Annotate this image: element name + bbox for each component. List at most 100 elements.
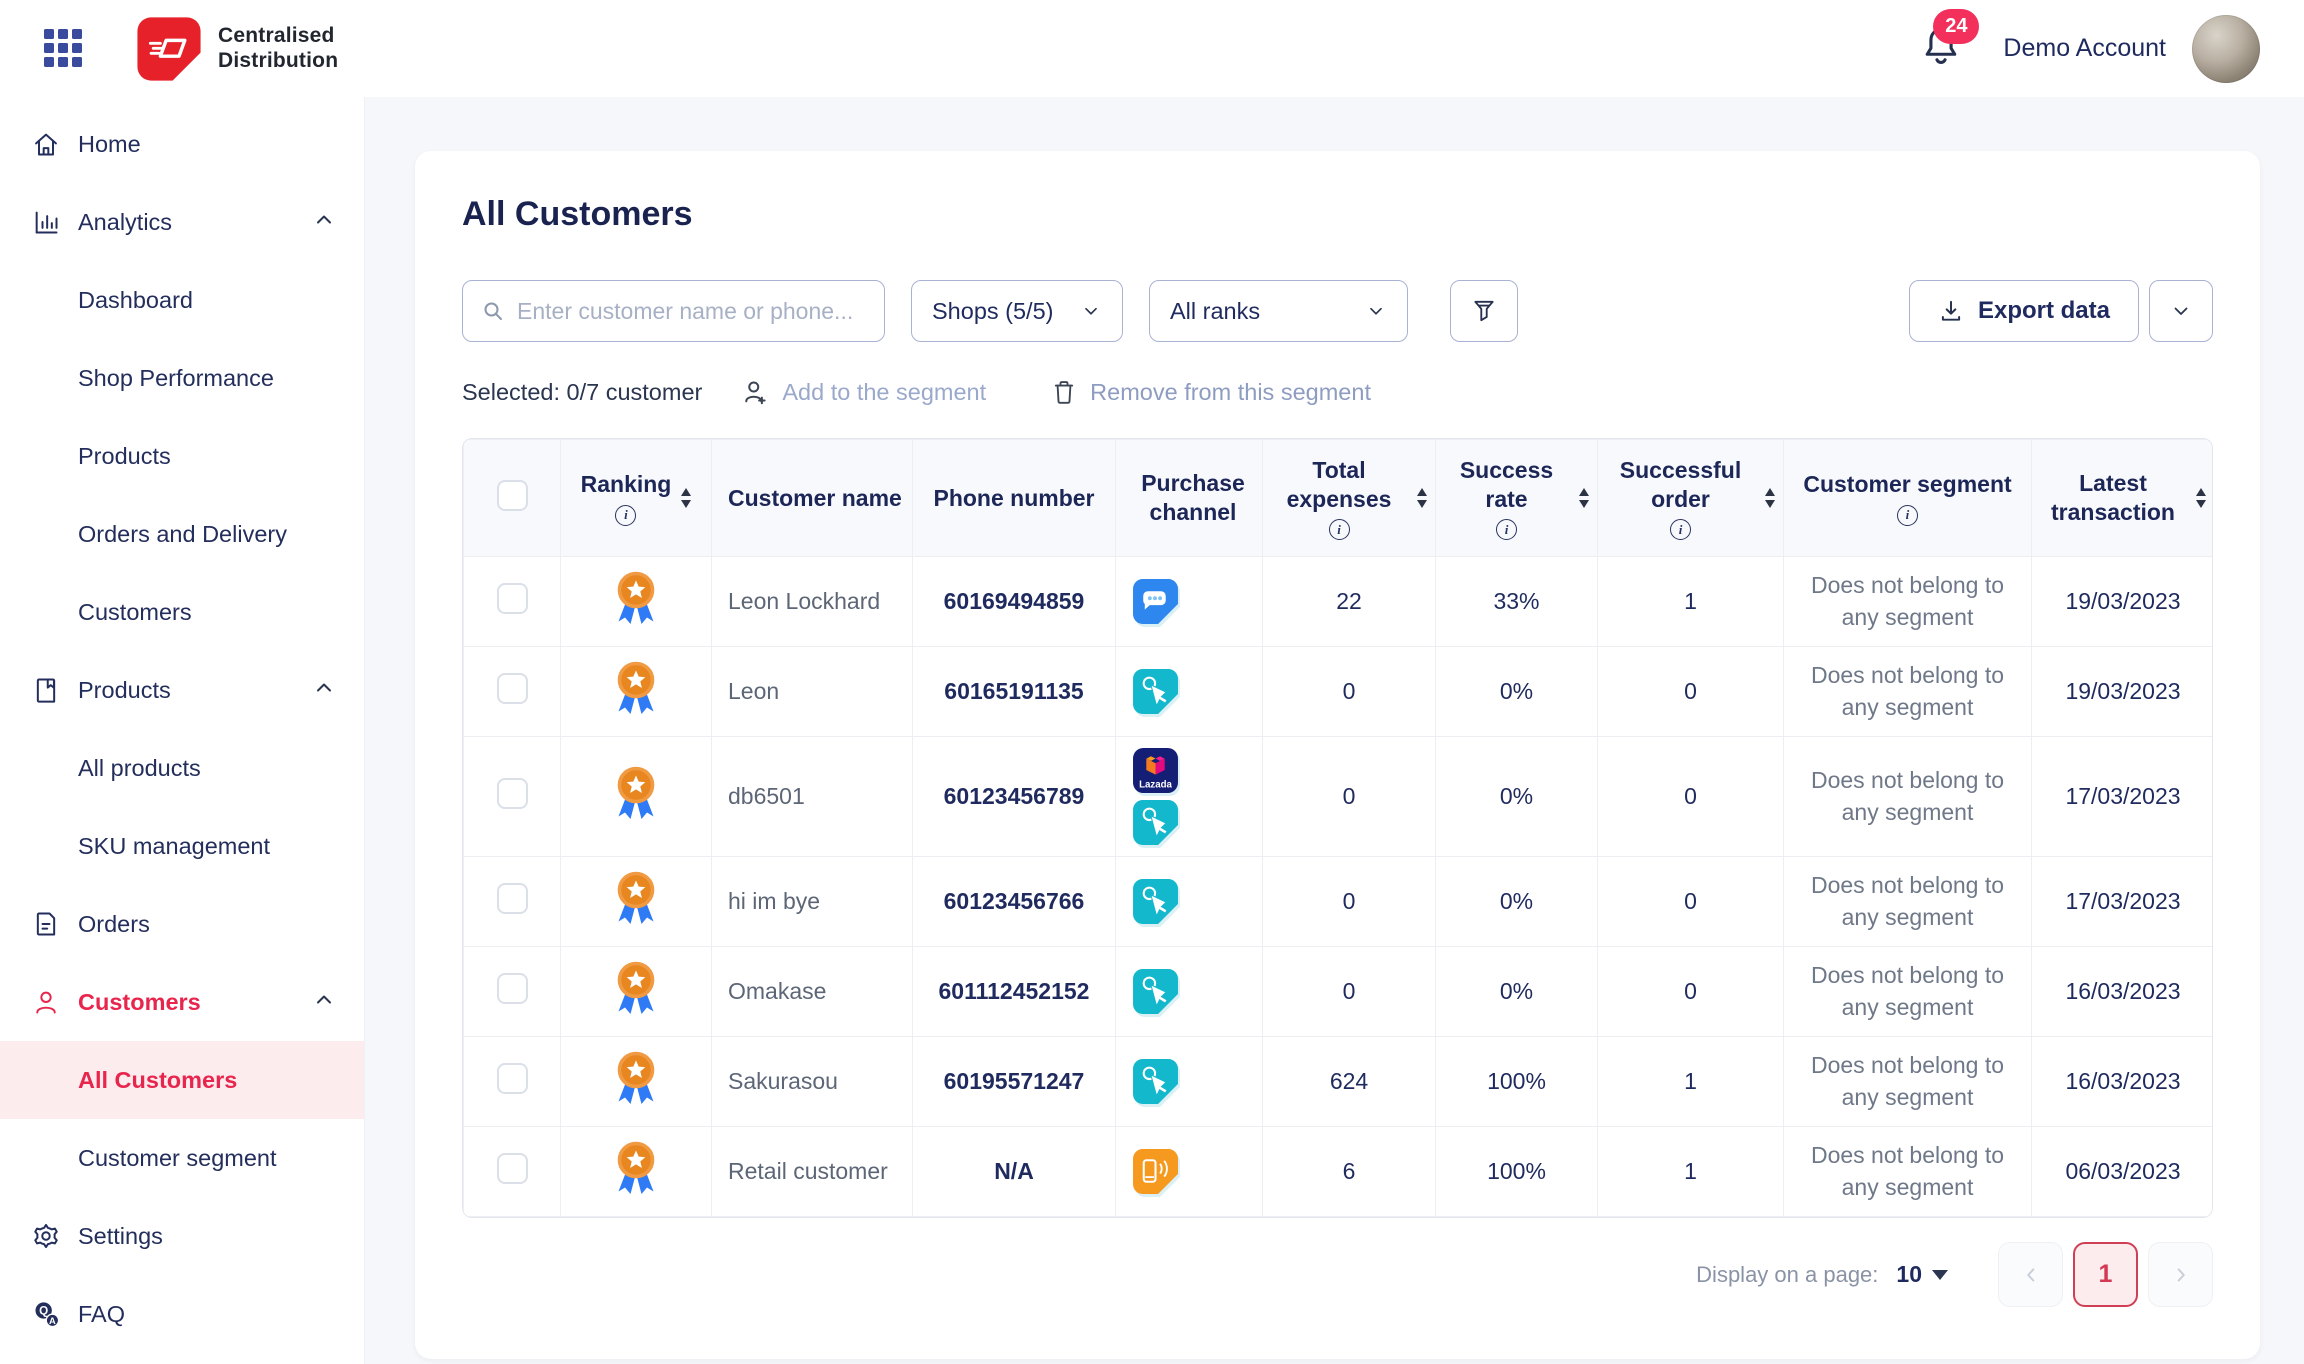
clicks-channel-icon (1132, 878, 1179, 925)
sidebar-item-products-2[interactable]: Products (0, 651, 364, 729)
select-all-checkbox[interactable] (497, 480, 528, 511)
chevron-up-icon[interactable] (312, 988, 336, 1017)
ranking-medal-icon (613, 660, 659, 718)
column-header-successful-order[interactable]: Successful orderi (1598, 440, 1784, 557)
info-icon[interactable]: i (1897, 505, 1918, 526)
cell-total-expenses: 0 (1263, 647, 1436, 737)
add-user-icon (740, 377, 770, 407)
sidebar-nav: HomeAnalyticsDashboardShop PerformancePr… (0, 97, 365, 1364)
sort-icon[interactable] (1579, 488, 1589, 508)
previous-page-button[interactable] (1998, 1242, 2063, 1307)
sidebar-item-orders[interactable]: Orders (0, 885, 364, 963)
analytics-icon (32, 208, 60, 236)
add-to-segment-button[interactable]: Add to the segment (740, 377, 986, 407)
column-label: Customer name (728, 484, 902, 513)
remove-from-segment-button[interactable]: Remove from this segment (1050, 378, 1371, 406)
sidebar-item-settings[interactable]: Settings (0, 1197, 364, 1275)
sidebar-item-orders-and-delivery[interactable]: Orders and Delivery (0, 495, 364, 573)
brand-logo[interactable]: Centralised Distribution (136, 16, 338, 82)
sidebar-item-all-products[interactable]: All products (0, 729, 364, 807)
sort-icon[interactable] (681, 488, 691, 508)
chevron-up-icon[interactable] (312, 676, 336, 705)
column-label: Latest transaction (2040, 469, 2186, 527)
shops-filter-dropdown[interactable]: Shops (5/5) (911, 280, 1123, 342)
next-page-button[interactable] (2148, 1242, 2213, 1307)
sidebar-item-customer-segment[interactable]: Customer segment (0, 1119, 364, 1197)
sidebar-item-sku-management[interactable]: SKU management (0, 807, 364, 885)
notifications-button[interactable]: 24 (1919, 23, 1963, 74)
account-name[interactable]: Demo Account (2003, 34, 2166, 63)
cell-successful-order: 0 (1598, 947, 1784, 1037)
trash-icon (1050, 378, 1078, 406)
column-header-customer-name: Customer name (712, 440, 913, 557)
sort-icon[interactable] (2196, 488, 2206, 508)
info-icon[interactable]: i (1670, 519, 1691, 540)
sidebar-item-home[interactable]: Home (0, 105, 364, 183)
sidebar-item-customers-2[interactable]: Customers (0, 963, 364, 1041)
page-size-select[interactable]: 10 (1896, 1261, 1948, 1288)
ranking-medal-icon (613, 870, 659, 928)
sidebar-item-analytics[interactable]: Analytics (0, 183, 364, 261)
ranking-medal-icon (613, 570, 659, 628)
all-customers-card: All Customers Shops (5/5) All ranks (415, 151, 2260, 1359)
row-checkbox[interactable] (497, 673, 528, 704)
row-checkbox[interactable] (497, 583, 528, 614)
column-header-total-expenses[interactable]: Total expensesi (1263, 440, 1436, 557)
column-header-latest-transaction[interactable]: Latest transaction (2032, 440, 2214, 557)
apps-grid-icon[interactable] (44, 29, 84, 69)
info-icon[interactable]: i (615, 505, 636, 526)
row-checkbox[interactable] (497, 1063, 528, 1094)
sidebar-item-label: All products (78, 755, 201, 782)
selection-actions: Selected: 0/7 customer Add to the segmen… (462, 374, 2213, 410)
select-all-header (464, 440, 561, 557)
chevron-down-icon (2169, 299, 2193, 323)
info-icon[interactable]: i (1496, 519, 1517, 540)
row-checkbox[interactable] (497, 883, 528, 914)
sort-icon[interactable] (1417, 488, 1427, 508)
funnel-icon (1471, 298, 1497, 324)
column-header-ranking[interactable]: Ranking i (561, 440, 712, 557)
column-label: Ranking (581, 470, 672, 499)
search-input[interactable] (517, 298, 866, 325)
search-icon (481, 299, 505, 323)
sidebar-item-shop-performance[interactable]: Shop Performance (0, 339, 364, 417)
table-row: Retail customerN/A 6100%1Does not belong… (464, 1127, 2214, 1217)
sidebar-item-label: All Customers (78, 1067, 237, 1094)
cell-customer-segment: Does not belong to any segment (1784, 1127, 2032, 1217)
sidebar-item-all-customers[interactable]: All Customers (0, 1041, 364, 1119)
row-checkbox[interactable] (497, 973, 528, 1004)
advanced-filter-button[interactable] (1450, 280, 1518, 342)
row-checkbox[interactable] (497, 778, 528, 809)
avatar[interactable] (2192, 15, 2260, 83)
clicks-channel-icon (1132, 968, 1179, 1015)
customers-table: RankingiCustomer namePhone numberPurchas… (462, 438, 2213, 1218)
table-row: Leon Lockhard60169494859 2233%1Does not … (464, 557, 2214, 647)
download-icon (1938, 298, 1964, 324)
cell-customer-name: Leon (712, 647, 913, 737)
page-1-button[interactable]: 1 (2073, 1242, 2138, 1307)
cell-latest-transaction: 17/03/2023 (2032, 737, 2214, 857)
sidebar-item-dashboard[interactable]: Dashboard (0, 261, 364, 339)
ranks-filter-dropdown[interactable]: All ranks (1149, 280, 1408, 342)
sidebar-item-customers[interactable]: Customers (0, 573, 364, 651)
export-data-button[interactable]: Export data (1909, 280, 2139, 342)
cell-latest-transaction: 17/03/2023 (2032, 857, 2214, 947)
chevron-up-icon[interactable] (312, 208, 336, 237)
column-header-success-rate[interactable]: Success ratei (1436, 440, 1598, 557)
sidebar-item-products[interactable]: Products (0, 417, 364, 495)
sort-icon[interactable] (1765, 488, 1775, 508)
cell-phone-number: 601112452152 (913, 947, 1116, 1037)
page-title: All Customers (462, 195, 2213, 234)
cell-customer-name: Retail customer (712, 1127, 913, 1217)
ranking-medal-icon (613, 1050, 659, 1108)
sidebar-item-label: Customers (78, 989, 201, 1016)
cell-purchase-channel (1116, 1127, 1263, 1217)
row-checkbox[interactable] (497, 1153, 528, 1184)
offline-payment-channel-icon (1132, 1148, 1179, 1195)
info-icon[interactable]: i (1329, 519, 1350, 540)
cell-purchase-channel (1116, 557, 1263, 647)
chevron-down-icon (1365, 300, 1387, 322)
export-options-button[interactable] (2149, 280, 2213, 342)
sidebar-item-faq[interactable]: QAFAQ (0, 1275, 364, 1353)
cell-latest-transaction: 16/03/2023 (2032, 947, 2214, 1037)
